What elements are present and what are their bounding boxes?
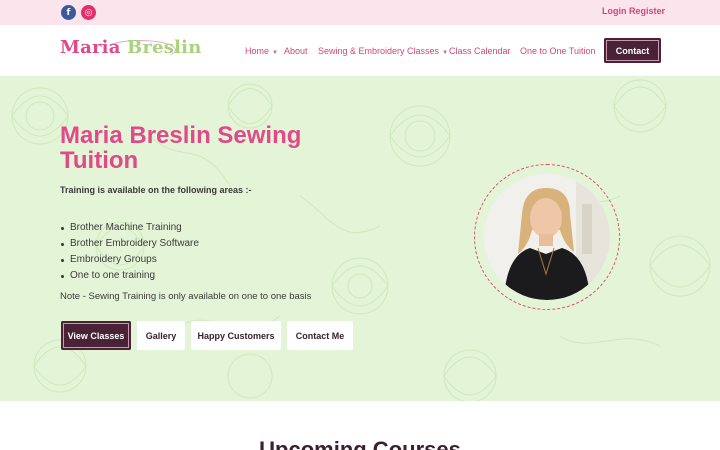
login-link[interactable]: Login — [602, 6, 627, 16]
chevron-down-icon: ▼ — [272, 50, 278, 56]
profile-photo — [484, 174, 610, 300]
contact-button[interactable]: Contact — [604, 38, 661, 63]
training-list: Brother Machine Training Brother Embroid… — [61, 220, 199, 284]
profile-photo-illustration — [484, 174, 610, 300]
view-classes-button[interactable]: View Classes — [61, 321, 131, 350]
nav-item-about[interactable]: About — [284, 46, 308, 56]
list-item: Brother Embroidery Software — [61, 236, 199, 252]
nav-item-one-to-one-label: One to One Tuition — [520, 46, 596, 56]
nav-item-one-to-one[interactable]: One to One Tuition — [520, 46, 596, 56]
hero-subtitle: Training is available on the following a… — [60, 185, 252, 195]
nav-item-about-label: About — [284, 46, 308, 56]
logo-text-first: Maria — [60, 37, 121, 58]
hero-title: Maria Breslin Sewing Tuition — [60, 122, 302, 174]
upcoming-courses-heading: Upcoming Courses — [259, 437, 461, 450]
nav-item-class-calendar[interactable]: Class Calendar — [449, 46, 511, 56]
list-item: Embroidery Groups — [61, 252, 199, 268]
site-header: Maria Breslin Home ▼ About Sewing & Embro… — [0, 25, 720, 76]
gallery-button[interactable]: Gallery — [137, 321, 185, 350]
nav-item-home[interactable]: Home ▼ — [245, 46, 278, 56]
top-bar: f ◎ Login Register — [0, 0, 720, 25]
nav-item-classes-label: Sewing & Embroidery Classes — [318, 46, 440, 56]
contact-me-button[interactable]: Contact Me — [287, 321, 353, 350]
facebook-icon[interactable]: f — [61, 5, 76, 20]
chevron-down-icon: ▼ — [442, 50, 449, 56]
site-logo[interactable]: Maria Breslin — [60, 37, 202, 58]
nav-item-class-calendar-label: Class Calendar — [449, 46, 511, 56]
hero-section: Maria Breslin Sewing Tuition Training is… — [0, 76, 720, 401]
register-link[interactable]: Register — [629, 6, 665, 16]
happy-customers-button[interactable]: Happy Customers — [191, 321, 281, 350]
list-item: Brother Machine Training — [61, 220, 199, 236]
list-item: One to one training — [61, 268, 199, 284]
instagram-icon[interactable]: ◎ — [81, 5, 96, 20]
nav-item-classes[interactable]: Sewing & Embroidery Classes ▼ — [318, 46, 448, 56]
nav-item-home-label: Home — [245, 46, 270, 56]
hero-note: Note - Sewing Training is only available… — [60, 291, 312, 302]
logo-text-second: Breslin — [127, 37, 202, 58]
